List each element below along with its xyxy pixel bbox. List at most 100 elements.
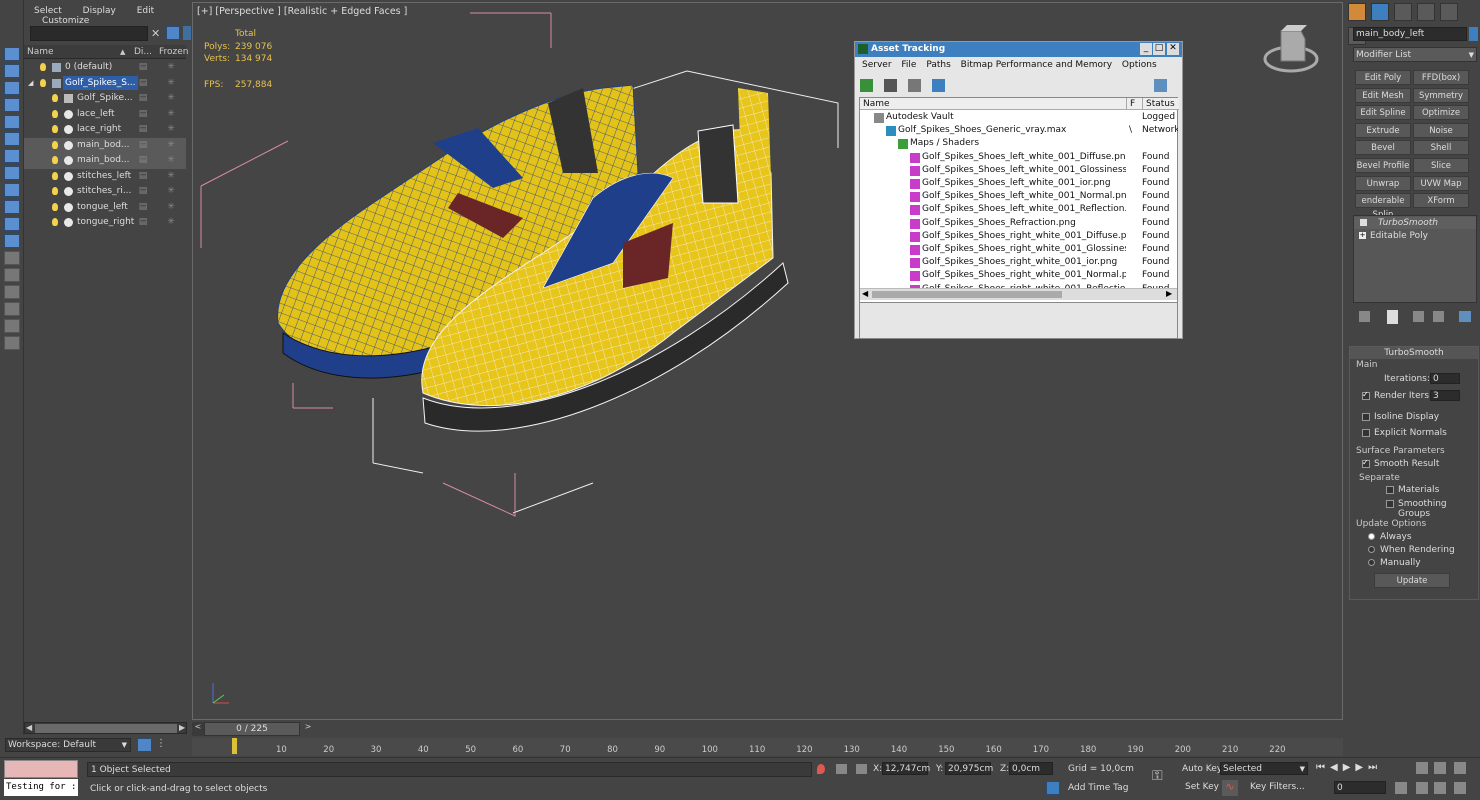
- list-view-icon[interactable]: [883, 79, 897, 92]
- pan-icon[interactable]: [1416, 782, 1428, 794]
- at-menu-file[interactable]: File: [901, 60, 916, 70]
- column-header-frozen[interactable]: Frozen: [156, 45, 189, 59]
- expand-icon[interactable]: +: [1359, 232, 1366, 239]
- stack-item-turbosmooth[interactable]: TurboSmooth: [1354, 217, 1476, 229]
- time-prev-icon[interactable]: <: [192, 722, 204, 736]
- scene-row[interactable]: Golf_Spike... ▤ ✳: [24, 91, 186, 107]
- display-toggle-icon[interactable]: ▤: [136, 60, 150, 75]
- isolate-selection-icon[interactable]: [817, 764, 825, 774]
- y-coordinate-field[interactable]: 20,975cm: [945, 762, 993, 775]
- modifier-button[interactable]: Slice: [1413, 158, 1469, 173]
- viewcube-icon[interactable]: [1263, 25, 1319, 73]
- refresh-icon[interactable]: [860, 79, 873, 92]
- create-tab-icon[interactable]: [1348, 3, 1366, 21]
- group-tool-icon[interactable]: [4, 217, 20, 231]
- at-menu-paths[interactable]: Paths: [926, 60, 950, 70]
- expand-arrow-icon[interactable]: ◢: [28, 76, 33, 91]
- freeze-toggle-icon[interactable]: ✳: [164, 91, 178, 106]
- menu-customize[interactable]: Customize: [42, 16, 89, 26]
- column-header-name[interactable]: Name: [24, 45, 132, 59]
- smoothing-groups-checkbox[interactable]: [1386, 500, 1394, 508]
- options-icon[interactable]: [183, 26, 191, 40]
- turbosmooth-rollout-title[interactable]: TurboSmooth: [1350, 347, 1478, 359]
- frozen-tool-icon[interactable]: [4, 268, 20, 282]
- spacewarp-tool-icon[interactable]: [4, 200, 20, 214]
- modifier-button[interactable]: Extrude: [1355, 122, 1411, 138]
- layer-explorer-icon[interactable]: [137, 738, 152, 752]
- modifier-button[interactable]: Edit Poly: [1355, 70, 1411, 85]
- asset-tracking-title[interactable]: Asset Tracking: [855, 42, 1182, 57]
- scene-row[interactable]: main_bod... ▤ ✳: [24, 137, 186, 153]
- hierarchy-tab-icon[interactable]: [1393, 3, 1412, 21]
- asset-row[interactable]: Golf_Spikes_Shoes_left_white_001_Glossin…: [860, 164, 1179, 177]
- key-filters-button[interactable]: Key Filters...: [1250, 782, 1305, 792]
- camera-tool-icon[interactable]: [4, 149, 20, 163]
- scene-row[interactable]: 0 (default) ▤ ✳: [24, 60, 186, 76]
- iterations-spinner[interactable]: 0: [1430, 373, 1460, 384]
- freeze-toggle-icon[interactable]: ✳: [164, 215, 178, 230]
- sort-tool-icon[interactable]: [4, 132, 20, 146]
- display-toggle-icon[interactable]: ▤: [136, 91, 150, 106]
- asset-column-status[interactable]: Status: [1142, 98, 1179, 110]
- modifier-button[interactable]: Shell: [1413, 140, 1469, 156]
- asset-row[interactable]: Golf_Spikes_Shoes_left_white_001_Normal.…: [860, 190, 1179, 203]
- when-rendering-radio[interactable]: [1368, 546, 1375, 553]
- time-slider[interactable]: < 0 / 225 >: [192, 722, 1343, 736]
- playback-controls[interactable]: ⏮◀▶▶⏭: [1316, 762, 1382, 773]
- asset-row[interactable]: Maps / Shaders: [860, 137, 1179, 150]
- bone-tool-icon[interactable]: [4, 251, 20, 265]
- time-slider-position[interactable]: 0 / 225: [204, 722, 300, 736]
- lightbulb-icon[interactable]: [52, 187, 58, 195]
- modifier-list-dropdown[interactable]: Modifier List ▼: [1353, 47, 1477, 62]
- display-toggle-icon[interactable]: ▤: [136, 215, 150, 230]
- make-unique-icon[interactable]: [1413, 311, 1424, 322]
- menu-display[interactable]: Display: [83, 6, 116, 16]
- helper-tool-icon[interactable]: [4, 183, 20, 197]
- object-color-swatch[interactable]: [1469, 27, 1478, 41]
- modifier-button[interactable]: Symmetry: [1413, 87, 1469, 103]
- asset-row[interactable]: Golf_Spikes_Shoes_right_white_001_Diffus…: [860, 230, 1179, 243]
- selection-lock-icon[interactable]: [836, 764, 847, 774]
- lightbulb-icon[interactable]: [40, 78, 46, 87]
- freeze-toggle-icon[interactable]: ✳: [164, 60, 178, 75]
- scene-row[interactable]: stitches_ri... ▤ ✳: [24, 184, 186, 200]
- track-bar[interactable]: 10 20 30 40 50 60 70 80 90 100 110 120 130 140 150 160 1…: [192, 738, 1343, 756]
- asset-row[interactable]: Golf_Spikes_Shoes_right_white_001_Normal…: [860, 269, 1179, 282]
- set-key-button[interactable]: Set Key: [1185, 782, 1219, 792]
- scene-row[interactable]: tongue_left ▤ ✳: [24, 200, 186, 216]
- zoom-icon[interactable]: [1395, 782, 1407, 794]
- freeze-toggle-icon[interactable]: ✳: [164, 200, 178, 215]
- key-mode-icon[interactable]: [1416, 762, 1428, 774]
- materials-checkbox[interactable]: [1386, 486, 1394, 494]
- filter-tool-icon[interactable]: [4, 81, 20, 95]
- layer-manager-icon[interactable]: [4, 336, 20, 350]
- show-end-result-icon[interactable]: [1387, 310, 1398, 324]
- freeze-toggle-icon[interactable]: ✳: [164, 76, 178, 91]
- display-toggle-icon[interactable]: ▤: [136, 76, 150, 91]
- modifier-button[interactable]: Noise: [1413, 122, 1469, 138]
- key-icon[interactable]: ⚿: [1152, 768, 1163, 784]
- remove-modifier-icon[interactable]: [1433, 311, 1444, 322]
- freeze-toggle-icon[interactable]: ✳: [164, 107, 178, 122]
- display-toggle-icon[interactable]: ▤: [136, 138, 150, 153]
- display-toggle-icon[interactable]: ▤: [136, 122, 150, 137]
- modify-tab-icon[interactable]: [1370, 3, 1389, 21]
- select-tool-icon[interactable]: [4, 47, 20, 61]
- scene-search-input[interactable]: [30, 26, 148, 41]
- modifier-button[interactable]: XForm: [1413, 193, 1469, 209]
- absolute-mode-icon[interactable]: [856, 764, 867, 774]
- menu-select[interactable]: Select: [34, 6, 62, 16]
- smooth-result-checkbox[interactable]: [1362, 458, 1370, 468]
- asset-row[interactable]: Golf_Spikes_Shoes_Generic_vray.max \ Netwo…: [860, 124, 1179, 137]
- modifier-button[interactable]: FFD(box): [1413, 70, 1469, 85]
- configure-modifier-sets-icon[interactable]: [1459, 311, 1471, 322]
- scene-row[interactable]: ◢ Golf_Spikes_S... ▤ ✳: [24, 75, 186, 92]
- modifier-button[interactable]: Unwrap UVW: [1355, 175, 1411, 203]
- asset-row[interactable]: Autodesk Vault Logged O: [860, 111, 1179, 124]
- lightbulb-icon[interactable]: [52, 218, 58, 226]
- modifier-button[interactable]: Edit Spline: [1355, 105, 1411, 121]
- display-toggle-icon[interactable]: ▤: [136, 107, 150, 122]
- display-tool-icon[interactable]: [4, 64, 20, 78]
- freeze-toggle-icon[interactable]: ✳: [164, 122, 178, 137]
- orbit-icon[interactable]: [1434, 782, 1446, 794]
